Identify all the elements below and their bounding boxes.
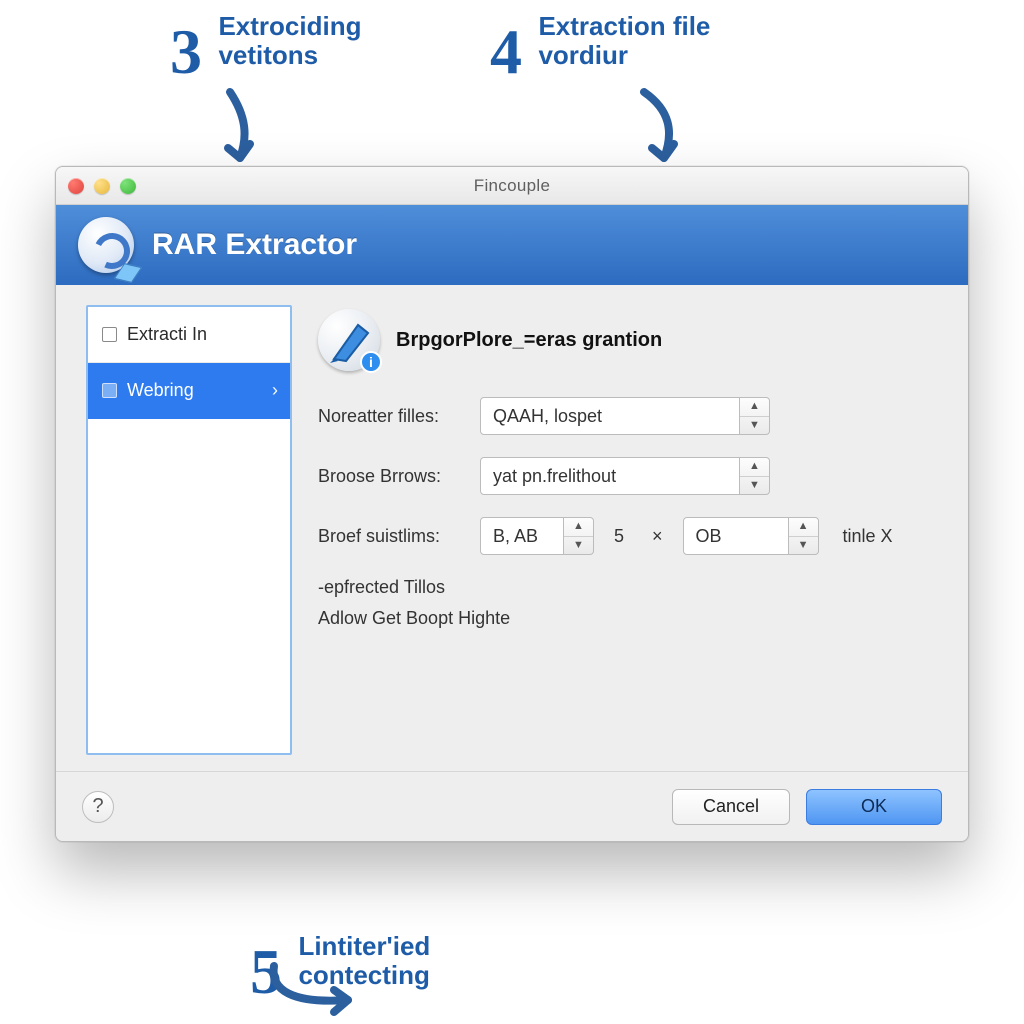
help-icon: ? [92, 795, 103, 818]
section-icon: i [318, 309, 380, 371]
option-text-1: -epfrected Tillos [318, 577, 938, 598]
divider-text: 5 [606, 526, 632, 547]
annotation-5-digit: 5 [250, 940, 282, 1004]
app-title: RAR Extractor [152, 228, 357, 262]
titlebar[interactable]: Fincouple [56, 167, 968, 205]
main-panel: i BrpgorPlore_=eras grantion Noreatter f… [318, 305, 938, 755]
stepper-down-icon[interactable]: ▼ [789, 537, 818, 555]
window-title: Fincouple [56, 176, 968, 196]
stepper-up-icon[interactable]: ▲ [740, 398, 769, 417]
suistlims-stepper-a[interactable]: ▲ ▼ [564, 517, 594, 555]
sidebar-item-label: Webring [127, 380, 194, 401]
sidebar: Extracti In Webring › [86, 305, 292, 755]
sidebar-item-label: Extracti In [127, 324, 207, 345]
help-button[interactable]: ? [82, 791, 114, 823]
dialog-window: Fincouple RAR Extractor Extracti In Webr… [55, 166, 969, 842]
annotation-3-digit: 3 [170, 20, 202, 84]
field-label-browse: Broose Brrows: [318, 466, 468, 487]
app-icon [78, 217, 134, 273]
annotation-5-line2: contecting [298, 960, 429, 990]
annotation-3: 3 Extrociding vetitons [170, 12, 361, 76]
ok-button[interactable]: OK [806, 789, 942, 825]
annotation-4: 4 Extraction file vordiur [490, 12, 710, 76]
checkbox-icon[interactable] [102, 327, 117, 342]
files-stepper[interactable]: ▲ ▼ [740, 397, 770, 435]
sidebar-item-webring[interactable]: Webring › [88, 363, 290, 419]
annotation-3-arrow [206, 86, 276, 176]
cancel-button[interactable]: Cancel [672, 789, 790, 825]
field-label-suistlims: Broef suistlims: [318, 526, 468, 547]
stepper-up-icon[interactable]: ▲ [789, 518, 818, 537]
annotation-4-line2: vordiur [538, 40, 628, 70]
stepper-down-icon[interactable]: ▼ [564, 537, 593, 555]
annotation-5-line1: Lintiter'ied [298, 931, 430, 961]
annotation-4-arrow [622, 86, 702, 176]
sidebar-item-extraction[interactable]: Extracti In [88, 307, 290, 363]
stepper-up-icon[interactable]: ▲ [740, 458, 769, 477]
stepper-up-icon[interactable]: ▲ [564, 518, 593, 537]
annotation-4-digit: 4 [490, 20, 522, 84]
info-badge-icon: i [360, 351, 382, 373]
suistlims-stepper-b[interactable]: ▲ ▼ [789, 517, 819, 555]
chevron-right-icon: › [272, 380, 278, 401]
annotation-3-line1: Extrociding [218, 11, 361, 41]
header-band: RAR Extractor [56, 205, 968, 285]
annotation-3-line2: vetitons [218, 40, 318, 70]
stepper-down-icon[interactable]: ▼ [740, 417, 769, 435]
annotation-4-line1: Extraction file [538, 11, 710, 41]
suistlims-input-a[interactable] [480, 517, 564, 555]
stepper-down-icon[interactable]: ▼ [740, 477, 769, 495]
dialog-footer: ? Cancel OK [56, 771, 968, 841]
section-heading: BrpgorPlore_=eras grantion [396, 329, 662, 352]
multiply-icon: × [644, 526, 671, 547]
option-text-2: Adlow Get Boopt Highte [318, 608, 938, 629]
annotation-5: 5 Lintiter'ied contecting [250, 932, 430, 996]
browse-input[interactable] [480, 457, 740, 495]
checkbox-icon[interactable] [102, 383, 117, 398]
suffix-text: tinle X [843, 526, 893, 547]
suistlims-input-b[interactable] [683, 517, 789, 555]
browse-stepper[interactable]: ▲ ▼ [740, 457, 770, 495]
files-input[interactable] [480, 397, 740, 435]
field-label-files: Noreatter filles: [318, 406, 468, 427]
